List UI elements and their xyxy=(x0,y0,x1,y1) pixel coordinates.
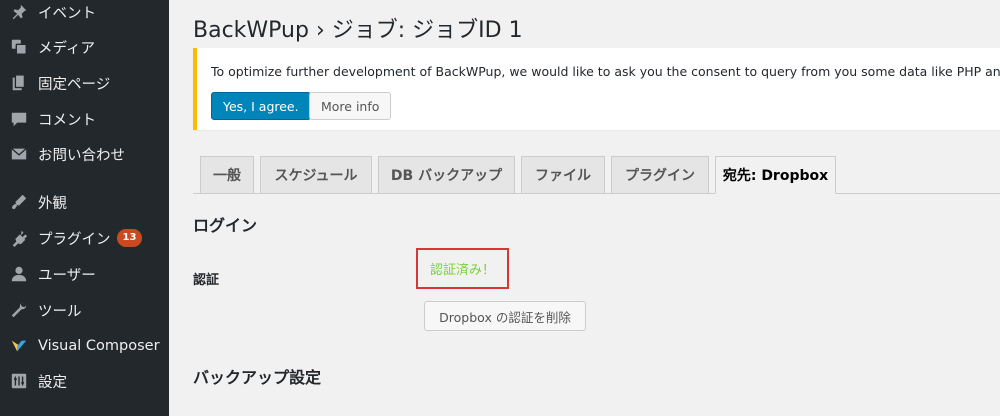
more-info-button[interactable]: More info xyxy=(309,92,392,120)
tab-files[interactable]: ファイル xyxy=(521,156,605,194)
sidebar-item-label: 固定ページ xyxy=(38,76,111,93)
mail-icon xyxy=(9,144,29,164)
sidebar-item-label: メディア xyxy=(38,40,95,57)
auth-status: 認証済み！ xyxy=(429,263,495,278)
sidebar-item-plugins[interactable]: プラグイン 13 xyxy=(0,220,169,256)
auth-status-highlight: 認証済み！ xyxy=(416,248,509,289)
sidebar-item-label: Visual Composer xyxy=(38,338,160,354)
sidebar-item-contact[interactable]: お問い合わせ xyxy=(0,136,169,172)
sidebar-item-label: ツール xyxy=(38,303,82,320)
sidebar-item-label: ユーザー xyxy=(38,267,96,284)
sidebar-item-users[interactable]: ユーザー xyxy=(0,256,169,292)
sidebar-item-media[interactable]: メディア xyxy=(0,29,169,65)
media-icon xyxy=(9,37,29,57)
page-title: BackWPup › ジョブ: ジョブID 1 xyxy=(193,18,523,43)
pin-icon xyxy=(9,2,29,22)
sidebar-item-label: 外観 xyxy=(38,195,67,212)
notice-text: To optimize further development of BackW… xyxy=(211,64,1000,79)
tab-dropbox[interactable]: 宛先: Dropbox xyxy=(715,156,836,194)
delete-auth-button[interactable]: Dropbox の認証を削除 xyxy=(424,301,586,331)
user-icon xyxy=(9,264,29,284)
tab-plugins[interactable]: プラグイン xyxy=(611,156,709,194)
sidebar-item-events[interactable]: イベント xyxy=(0,0,169,30)
sidebar-item-label: プラグイン xyxy=(38,231,111,248)
agree-button[interactable]: Yes, I agree. xyxy=(211,92,311,120)
tools-icon xyxy=(9,300,29,320)
login-section-title: ログイン xyxy=(193,216,258,235)
plugin-icon xyxy=(9,228,29,248)
consent-notice: To optimize further development of BackW… xyxy=(193,48,1000,130)
tab-schedule[interactable]: スケジュール xyxy=(260,156,372,194)
page-icon xyxy=(9,73,29,93)
sidebar-item-visual-composer[interactable]: Visual Composer xyxy=(0,328,169,364)
main-content: BackWPup › ジョブ: ジョブID 1 To optimize furt… xyxy=(169,0,1000,416)
tab-general[interactable]: 一般 xyxy=(200,156,254,194)
sidebar-item-appearance[interactable]: 外観 xyxy=(0,184,169,220)
auth-label: 認証 xyxy=(193,273,220,288)
tab-db-backup[interactable]: DB バックアップ xyxy=(378,156,515,194)
comment-icon xyxy=(9,109,29,129)
plugin-update-badge: 13 xyxy=(116,229,143,247)
sidebar-item-label: コメント xyxy=(38,112,96,129)
settings-icon xyxy=(9,371,29,391)
sidebar-item-label: イベント xyxy=(38,5,96,22)
admin-sidebar: イベント メディア 固定ページ コメント お問い合わせ 外観 プラグイン 13 … xyxy=(0,0,169,416)
sidebar-item-tools[interactable]: ツール xyxy=(0,292,169,328)
sidebar-item-label: 設定 xyxy=(38,374,67,391)
sidebar-item-comments[interactable]: コメント xyxy=(0,101,169,137)
visual-composer-icon xyxy=(9,336,29,356)
sidebar-item-pages[interactable]: 固定ページ xyxy=(0,65,169,101)
sidebar-item-label: お問い合わせ xyxy=(38,147,125,164)
sidebar-item-settings[interactable]: 設定 xyxy=(0,363,169,399)
backup-section-title: バックアップ設定 xyxy=(193,368,322,387)
appearance-icon xyxy=(9,192,29,212)
